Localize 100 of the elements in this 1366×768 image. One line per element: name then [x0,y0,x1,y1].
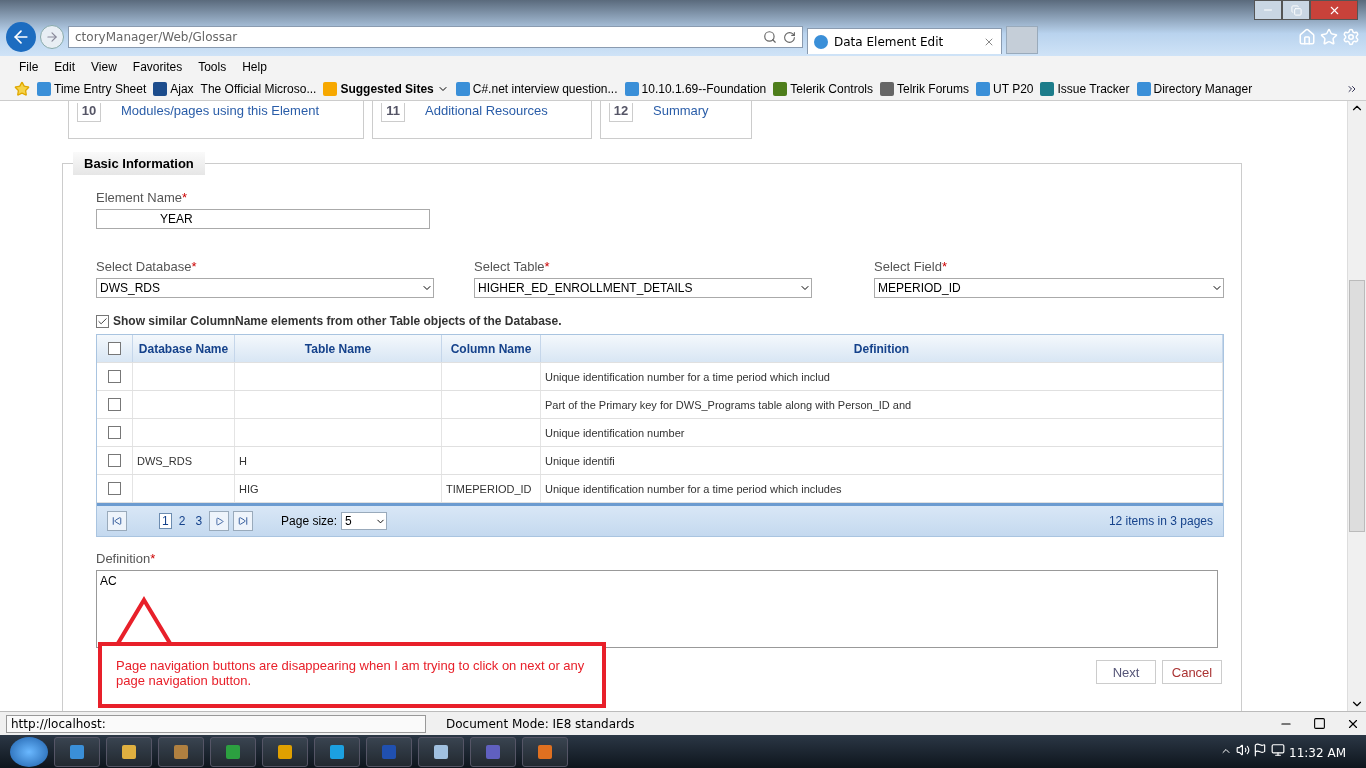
table-cell: Unique identification number for a time period which includ [545,370,830,383]
section-title: Basic Information [73,152,205,175]
table-cell: Unique identification number for a time period which includes [545,482,842,495]
menu-item[interactable]: Tools [198,60,227,74]
page-icon [773,82,788,96]
favorites-link[interactable]: The Official Microso... [200,82,317,96]
check-icon [97,315,108,327]
field-label: Definition* [96,551,157,566]
wizard-step[interactable]: 12 Summary [600,101,752,139]
taskbar-app-button[interactable] [106,736,152,767]
taskbar-app-button[interactable] [314,736,360,767]
app-icon [122,744,136,759]
start-button[interactable] [10,736,48,767]
taskbar-app-button[interactable] [262,736,308,767]
next-button[interactable]: Next [1096,660,1156,684]
wizard-step[interactable]: 10 Modules/pages using this Element [68,101,364,139]
refresh-icon[interactable] [783,30,796,44]
select-field[interactable]: DWS_RDS [96,278,434,298]
taskbar-app-button[interactable] [54,736,100,767]
page-link[interactable]: 2 [175,513,189,529]
first-page-icon [112,516,122,526]
menu-item[interactable]: Favorites [132,60,183,74]
cancel-button[interactable]: Cancel [1162,660,1222,684]
checkbox[interactable] [108,342,121,355]
restore-icon [1290,4,1302,16]
first-page-button[interactable] [107,511,127,531]
back-button[interactable] [6,22,36,52]
favorites-link[interactable]: Telerik Controls [773,82,873,96]
element-name-field[interactable]: YEAR [96,209,430,229]
last-page-button[interactable] [233,511,254,531]
favorites-link[interactable]: Time Entry Sheet [37,82,147,96]
column-header[interactable]: Definition [541,335,1223,362]
next-page-button[interactable] [209,511,230,531]
app-icon [174,744,188,759]
more-icon[interactable] [1346,83,1358,95]
table-cell: TIMEPERIOD_ID [446,482,532,495]
table-cell: Part of the Primary key for DWS_Programs table along with Person_ID and [545,398,912,411]
checkbox[interactable] [108,426,121,439]
table-cell: Unique identification number [545,426,685,439]
favorites-star-icon[interactable] [14,81,30,97]
field-label: Element Name* [96,190,189,205]
favorites-link[interactable]: Ajax [153,82,194,96]
restore-icon[interactable] [1313,717,1326,730]
favorites-link[interactable]: Telrik Forums [880,82,969,96]
page-link[interactable]: 1 [159,513,172,529]
scroll-thumb[interactable] [1349,280,1365,532]
column-header[interactable]: Column Name [442,335,541,362]
menu-item[interactable]: Edit [54,60,76,74]
address-bar[interactable]: ctoryManager/Web/Glossar [68,26,803,48]
table-cell: DWS_RDS [137,454,192,467]
favorites-link[interactable]: Suggested Sites [323,82,449,96]
network-icon[interactable] [1271,743,1286,757]
search-icon[interactable] [763,30,777,44]
menu-item[interactable]: View [91,60,117,74]
favorites-link[interactable]: UT P20 [976,82,1034,96]
volume-icon[interactable] [1235,743,1250,757]
field-label: Select Table* [474,259,551,274]
app-icon [226,744,240,759]
menu-item[interactable]: File [19,60,39,74]
app-icon [434,744,448,759]
taskbar-app-button[interactable] [418,736,464,767]
page-link[interactable]: 3 [192,513,206,529]
taskbar-app-button[interactable] [158,736,204,767]
app-icon [382,744,396,759]
close-button[interactable] [1310,0,1358,20]
clock: 11:32 AM [1289,746,1346,760]
page-size-select[interactable]: 5 [341,512,388,530]
status-url: http://localhost: [6,714,426,733]
favorites-link[interactable]: Issue Tracker [1040,82,1130,96]
column-header[interactable]: Database Name [133,335,235,362]
minimize-button[interactable] [1254,0,1282,20]
checkbox[interactable] [108,482,121,495]
taskbar-app-button[interactable] [210,736,256,767]
checkbox[interactable] [96,314,109,328]
favorites-link[interactable]: 10.10.1.69--Foundation [624,82,767,96]
checkbox[interactable] [108,370,121,383]
star-icon[interactable] [1320,28,1338,46]
page-icon [455,82,470,96]
field-label: Select Database* [96,259,198,274]
checkbox[interactable] [108,454,121,467]
page-icon [976,82,990,96]
flag-icon[interactable] [1253,743,1268,757]
select-field[interactable]: MEPERIOD_ID [874,278,1224,298]
app-icon [278,744,292,759]
checkbox[interactable] [108,398,121,411]
app-icon [70,744,84,759]
wizard-step[interactable]: 11 Additional Resources [372,101,592,139]
menu-item[interactable]: Help [242,60,267,74]
favorites-link[interactable]: C#.net interview question... [455,82,618,96]
page-icon [624,82,639,96]
restore-button[interactable] [1282,0,1310,20]
table-cell: H [239,454,247,467]
taskbar-app-button[interactable] [522,736,568,767]
select-field[interactable]: HIGHER_ED_ENROLLMENT_DETAILS [474,278,812,298]
app-icon [486,744,500,759]
checkbox-label: Show similar ColumnName elements from other Table objects of the Database. [113,314,562,328]
column-header[interactable]: Table Name [235,335,442,362]
browser-logo-icon [814,34,828,49]
favorites-link[interactable]: Directory Manager [1136,82,1253,96]
browser-tab[interactable]: Data Element Edit [807,28,1002,54]
